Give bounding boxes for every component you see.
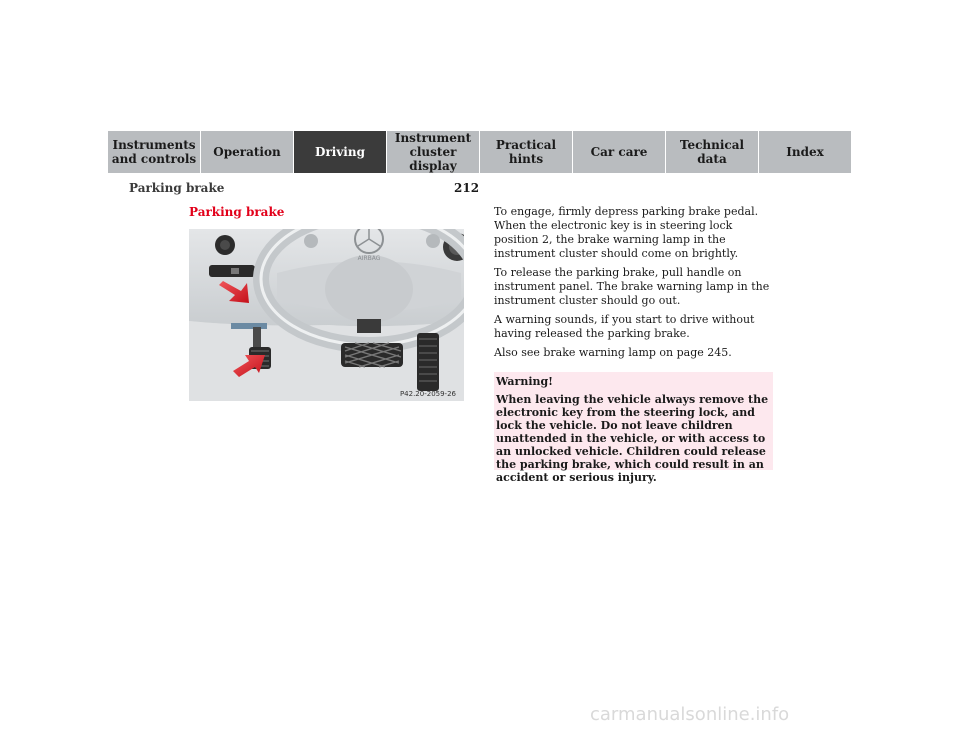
airbag-label: AIRBAG bbox=[358, 255, 381, 262]
paragraph: Also see brake warning lamp on page 245. bbox=[494, 346, 732, 359]
warning-title: Warning! bbox=[496, 375, 554, 388]
chapter-nav: Instruments and controls Operation Drivi… bbox=[108, 131, 851, 173]
tab-index[interactable]: Index bbox=[759, 131, 851, 173]
tab-label: Car care bbox=[590, 145, 648, 159]
page-number: 212 bbox=[454, 181, 480, 195]
figure-caption: P42.20-2059-26 bbox=[399, 390, 456, 398]
paragraph: A warning sounds, if you start to drive … bbox=[494, 313, 755, 340]
tab-practical-hints[interactable]: Practical hints bbox=[480, 131, 573, 173]
tab-instruments-and-controls[interactable]: Instruments and controls bbox=[108, 131, 201, 173]
tab-label: Index bbox=[786, 145, 824, 159]
tab-instrument-cluster-display[interactable]: Instrument cluster display bbox=[387, 131, 480, 173]
tab-label: Instruments and controls bbox=[111, 138, 197, 166]
warning-box: Warning! When leaving the vehicle always… bbox=[494, 372, 773, 484]
tab-label: Technical data bbox=[679, 138, 745, 166]
watermark: carmanualsonline.info bbox=[590, 704, 790, 725]
dashboard-drawing: AIRBAG bbox=[189, 229, 464, 401]
accelerator-pedal-icon bbox=[417, 333, 439, 391]
tab-label: Instrument cluster display bbox=[394, 131, 472, 173]
tab-label: Driving bbox=[315, 145, 365, 159]
parking-brake-illustration: AIRBAG P42.20-2059-26 bbox=[189, 229, 464, 401]
tab-label: Practical hints bbox=[495, 138, 557, 166]
warning-text: When leaving the vehicle always remove t… bbox=[496, 393, 769, 484]
paragraph: To engage, firmly depress parking brake … bbox=[494, 205, 759, 260]
body-text: To engage, firmly depress parking brake … bbox=[494, 205, 776, 365]
running-title: Parking brake bbox=[129, 181, 225, 195]
paragraph: To release the parking brake, pull handl… bbox=[494, 266, 770, 307]
tab-driving[interactable]: Driving bbox=[294, 131, 387, 173]
tab-car-care[interactable]: Car care bbox=[573, 131, 666, 173]
tab-operation[interactable]: Operation bbox=[201, 131, 294, 173]
tab-label: Operation bbox=[213, 145, 281, 159]
tab-technical-data[interactable]: Technical data bbox=[666, 131, 759, 173]
section-title: Parking brake bbox=[189, 205, 285, 219]
